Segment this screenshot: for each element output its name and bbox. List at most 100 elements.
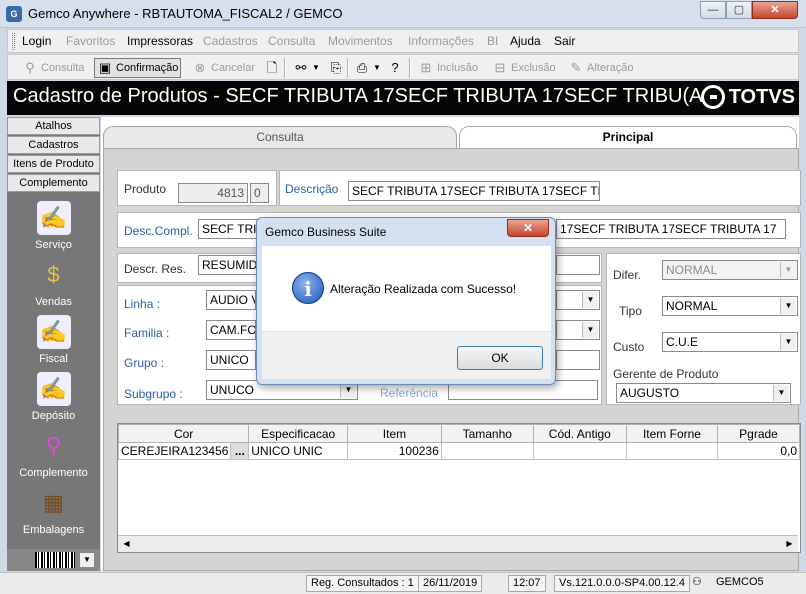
desc-compl-field-right[interactable]: 17SECF TRIBUTA 17SECF TRIBUTA 17 (556, 219, 786, 239)
help-button[interactable]: ? (385, 58, 405, 78)
cancelar-button[interactable]: ⊗ Cancelar (190, 58, 257, 78)
sidebar-item-fiscal[interactable]: ✍ Fiscal (7, 315, 100, 365)
chevron-down-icon[interactable]: ▼ (780, 334, 796, 350)
grupo-combo-right[interactable] (556, 350, 600, 370)
binoculars-dropdown-button[interactable]: ⚯ ▼ (291, 58, 322, 78)
produto-label: Produto (124, 182, 167, 196)
dialog-message: Alteração Realizada com Sucesso! (330, 282, 517, 296)
menu-movimentos[interactable]: Movimentos (328, 34, 393, 48)
sidebar-item-deposito[interactable]: ✍ Depósito (7, 372, 100, 422)
menu-impressoras[interactable]: Impressoras (127, 34, 193, 48)
familia-label: Familia : (124, 326, 170, 340)
familia-combo[interactable]: CAM.FOT (206, 320, 256, 340)
new-document-button[interactable]: 🗋 (262, 58, 282, 78)
sidebar-tab-atalhos[interactable]: Atalhos (7, 117, 100, 135)
alteracao-button[interactable]: ✎ Alteração (566, 58, 635, 78)
totvs-logo: TOTVS (700, 85, 795, 109)
column-header-tamanho[interactable]: Tamanho (440, 424, 534, 443)
cell-cod-antigo[interactable] (532, 442, 627, 460)
inclusao-button[interactable]: ⊞ Inclusão (416, 58, 480, 78)
barcode-icon[interactable] (35, 552, 75, 568)
chevron-down-icon[interactable]: ▼ (582, 292, 598, 308)
linha-combo[interactable]: AUDIO VI (206, 290, 256, 310)
sidebar-tab-complemento[interactable]: Complemento (7, 174, 100, 192)
menu-sair[interactable]: Sair (554, 34, 575, 48)
produto-code-field[interactable]: 4813 (178, 183, 248, 203)
menu-ajuda[interactable]: Ajuda (510, 34, 541, 48)
page-header: Cadastro de Produtos - SECF TRIBUTA 17SE… (7, 81, 799, 115)
column-header-cor[interactable]: Cor (117, 424, 250, 443)
chevron-down-icon[interactable]: ▼ (582, 322, 598, 338)
scroll-right-icon[interactable]: ▶ (782, 537, 797, 551)
menu-informacoes[interactable]: Informações (408, 34, 474, 48)
custo-combo[interactable]: C.U.E ▼ (662, 332, 798, 352)
cell-especificacao[interactable]: UNICO UNIC (248, 442, 349, 460)
tab-consulta[interactable]: Consulta (103, 126, 457, 148)
status-date: 26/11/2019 (418, 575, 483, 592)
descr-res-field-right[interactable] (556, 255, 600, 275)
dialog-body: i Alteração Realizada com Sucesso! (262, 246, 551, 331)
sidebar-tab-cadastros[interactable]: Cadastros (7, 136, 100, 154)
menu-login[interactable]: Login (22, 34, 51, 48)
chevron-down-icon[interactable]: ▼ (773, 385, 789, 401)
descr-res-field[interactable]: RESUMIDA (198, 255, 258, 275)
chevron-down-icon[interactable]: ▼ (780, 262, 796, 278)
column-header-especificacao[interactable]: Especificacao (248, 424, 349, 443)
toolbar-separator (347, 58, 349, 78)
column-header-cod-antigo[interactable]: Cód. Antigo (532, 424, 627, 443)
ok-button[interactable]: OK (457, 346, 543, 370)
difer-combo[interactable]: NORMAL ▼ (662, 260, 798, 280)
scroll-left-icon[interactable]: ◀ (119, 537, 134, 551)
horizontal-scrollbar[interactable]: ◀ ▶ (118, 535, 798, 552)
toolbar-separator (284, 58, 286, 78)
column-header-item-forne[interactable]: Item Forne (625, 424, 719, 443)
print-dropdown-button[interactable]: ⎙ ▼ (352, 58, 383, 78)
gerente-combo[interactable]: AUGUSTO ▼ (616, 383, 791, 403)
close-window-button[interactable]: ✕ (752, 1, 798, 19)
binoculars-icon: ⚯ (295, 60, 307, 75)
consulta-button[interactable]: ⚲ Consulta (20, 58, 86, 78)
money-bag-icon: $ (47, 262, 60, 287)
menu-cadastros[interactable]: Cadastros (203, 34, 258, 48)
search-binoculars-icon: ⚲ (25, 60, 35, 75)
export-button[interactable]: ⎘ (326, 58, 346, 78)
cell-cor[interactable]: CEREJEIRA123456 (117, 442, 232, 460)
familia-combo-right[interactable]: ▼ (556, 320, 600, 340)
sidebar-item-servico[interactable]: ✍ Serviço (7, 201, 100, 251)
chevron-down-icon[interactable]: ▼ (780, 298, 796, 314)
exclusao-button[interactable]: ⊟ Exclusão (490, 58, 558, 78)
tipo-combo[interactable]: NORMAL ▼ (662, 296, 798, 316)
produto-digit-field[interactable]: 0 (250, 183, 269, 203)
minimize-button[interactable]: — (700, 1, 726, 19)
sidebar-item-vendas[interactable]: $ Vendas (7, 258, 100, 308)
cell-ellipsis-button[interactable]: ... (230, 442, 250, 460)
printer-icon: ⎙ (356, 60, 368, 75)
sidebar-item-complemento[interactable]: ⚲ Complemento (7, 429, 100, 479)
menu-bi[interactable]: BI (487, 34, 498, 48)
grupo-combo[interactable]: UNICO (206, 350, 256, 370)
table-row[interactable]: CEREJEIRA123456 ... UNICO UNIC 100236 0,… (117, 442, 800, 460)
cell-item[interactable]: 100236 (347, 442, 442, 460)
magnifier-icon: ⚲ (45, 433, 62, 458)
cell-item-forne[interactable] (625, 442, 719, 460)
network-icon: ⚇ (692, 576, 702, 588)
maximize-button[interactable]: ▢ (726, 1, 752, 19)
descr-res-label: Descr. Res. (124, 262, 187, 276)
menu-consulta[interactable]: Consulta (268, 34, 315, 48)
confirmacao-button[interactable]: ▣ Confirmação (94, 58, 182, 78)
column-header-pgrade[interactable]: Pgrade (717, 424, 800, 443)
desc-compl-field[interactable]: SECF TRIB (198, 219, 258, 239)
chevron-down-icon[interactable]: ▼ (79, 552, 95, 568)
linha-combo-right[interactable]: ▼ (556, 290, 600, 310)
custo-label: Custo (613, 340, 645, 354)
cell-pgrade[interactable]: 0,0 (717, 442, 800, 460)
notepad-pen-icon: ✍ (36, 372, 71, 406)
dialog-close-button[interactable]: ✕ (507, 219, 549, 237)
sidebar-tab-itens-produto[interactable]: Itens de Produto (7, 155, 100, 173)
descricao-field[interactable]: SECF TRIBUTA 17SECF TRIBUTA 17SECF TRIBU (348, 181, 600, 201)
sidebar-item-embalagens[interactable]: ▦ Embalagens (7, 486, 100, 536)
column-header-item[interactable]: Item (347, 424, 442, 443)
cell-tamanho[interactable] (440, 442, 534, 460)
menu-favoritos[interactable]: Favoritos (66, 34, 115, 48)
tab-principal[interactable]: Principal (459, 126, 797, 148)
